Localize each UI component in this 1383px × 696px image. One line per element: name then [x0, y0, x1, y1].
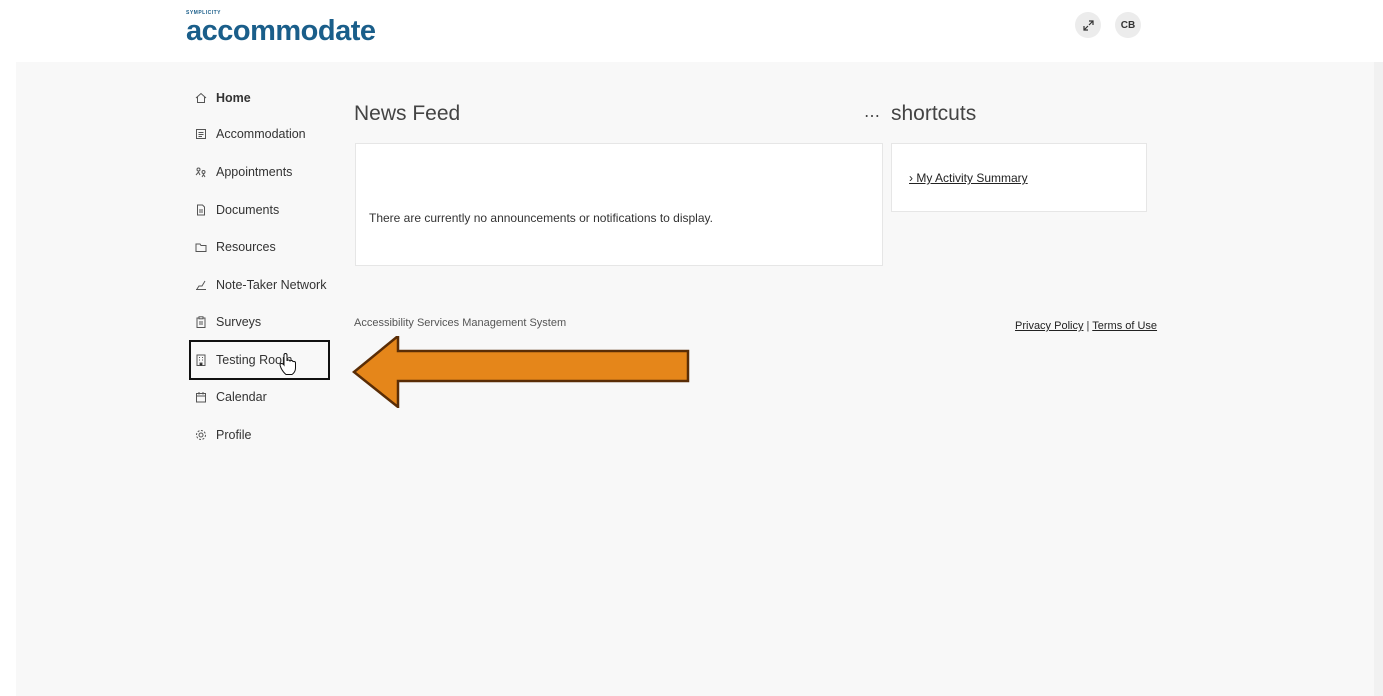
sidebar-item-surveys[interactable]: Surveys — [190, 312, 330, 332]
terms-of-use-link[interactable]: Terms of Use — [1092, 320, 1157, 332]
logo[interactable]: SYMPLICITY accommodate — [186, 11, 376, 47]
sidebar-item-resources[interactable]: Resources — [190, 237, 330, 257]
avatar[interactable]: CB — [1115, 12, 1141, 38]
shortcuts-title: shortcuts — [891, 102, 977, 125]
sidebar-item-note-taker-network[interactable]: Note-Taker Network — [190, 275, 330, 295]
home-icon — [195, 92, 207, 103]
calendar-icon — [196, 392, 206, 403]
document-list-icon — [196, 129, 206, 139]
footer-system-name: Accessibility Services Management System — [354, 317, 567, 329]
folder-icon — [195, 243, 207, 252]
gear-icon — [196, 430, 206, 440]
sidebar-item-label: Appointments — [216, 165, 293, 179]
my-activity-summary-link[interactable]: › My Activity Summary — [909, 171, 1028, 185]
file-icon — [197, 204, 205, 216]
footer-links: Privacy Policy | Terms of Use — [1015, 320, 1157, 332]
people-icon — [195, 167, 206, 178]
sidebar-item-calendar[interactable]: Calendar — [190, 387, 330, 407]
logo-brand-main: accommodate — [186, 15, 376, 47]
sidebar-item-label: Home — [216, 91, 251, 105]
more-options-button[interactable]: ⋯ — [864, 106, 881, 126]
top-bar: SYMPLICITY accommodate CB — [0, 0, 1383, 62]
sidebar-item-label: Documents — [216, 203, 280, 217]
hand-cursor-icon — [279, 352, 296, 375]
annotation-arrow — [352, 336, 690, 408]
privacy-policy-link[interactable]: Privacy Policy — [1015, 320, 1083, 332]
sidebar-item-label: Note-Taker Network — [216, 278, 327, 292]
testing-room-highlight-box — [189, 340, 330, 380]
sidebar-item-profile[interactable]: Profile — [190, 425, 330, 445]
sidebar-item-label: Calendar — [216, 390, 267, 404]
newsfeed-empty-message: There are currently no announcements or … — [369, 211, 713, 225]
clipboard-icon — [196, 316, 206, 328]
scrollbar[interactable] — [1374, 62, 1383, 696]
sidebar-item-accommodation[interactable]: Accommodation — [190, 124, 330, 144]
shortcuts-card: › My Activity Summary — [891, 143, 1147, 212]
sidebar-item-appointments[interactable]: Appointments — [190, 162, 330, 182]
expand-button[interactable] — [1075, 12, 1101, 38]
sidebar-item-label: Accommodation — [216, 127, 306, 141]
hand-write-icon — [196, 280, 206, 290]
newsfeed-card: There are currently no announcements or … — [355, 143, 883, 266]
sidebar-item-home[interactable]: Home — [190, 88, 330, 108]
expand-icon — [1082, 19, 1094, 31]
sidebar-item-label: Profile — [216, 428, 252, 442]
sidebar-item-label: Resources — [216, 240, 276, 254]
sidebar-item-documents[interactable]: Documents — [190, 200, 330, 220]
newsfeed-title: News Feed — [354, 102, 461, 125]
footer-separator: | — [1083, 320, 1093, 332]
sidebar-item-label: Surveys — [216, 315, 262, 329]
